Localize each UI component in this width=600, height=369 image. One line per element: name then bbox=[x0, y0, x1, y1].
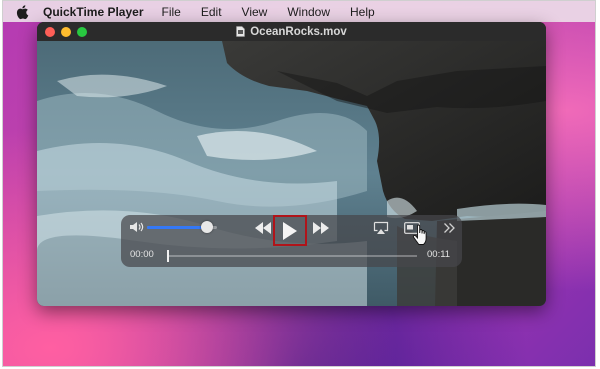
total-duration: 00:11 bbox=[427, 249, 451, 260]
volume-slider-knob[interactable] bbox=[200, 221, 213, 233]
playhead[interactable] bbox=[167, 250, 169, 262]
menu-file[interactable]: File bbox=[162, 5, 181, 19]
playback-scrubber[interactable] bbox=[167, 250, 417, 262]
fast-forward-icon[interactable] bbox=[311, 221, 331, 235]
menu-help[interactable]: Help bbox=[350, 5, 375, 19]
play-icon bbox=[283, 221, 297, 240]
rewind-icon[interactable] bbox=[253, 221, 273, 235]
close-button[interactable] bbox=[45, 27, 55, 37]
window-title-text: OceanRocks.mov bbox=[250, 25, 347, 38]
quicktime-window: OceanRocks.mov 00:00 00:11 bbox=[37, 22, 546, 306]
elapsed-time: 00:00 bbox=[130, 249, 154, 260]
title-bar[interactable]: OceanRocks.mov bbox=[37, 22, 546, 41]
menu-view[interactable]: View bbox=[242, 5, 268, 19]
menu-app-name[interactable]: QuickTime Player bbox=[43, 5, 144, 19]
zoom-button[interactable] bbox=[77, 27, 87, 37]
more-icon[interactable] bbox=[443, 222, 455, 234]
airplay-icon[interactable] bbox=[373, 221, 389, 235]
menu-edit[interactable]: Edit bbox=[201, 5, 222, 19]
volume-icon[interactable] bbox=[129, 220, 145, 234]
mouse-pointer-icon bbox=[412, 224, 427, 245]
menu-window[interactable]: Window bbox=[287, 5, 330, 19]
volume-slider[interactable] bbox=[147, 221, 217, 233]
desktop: QuickTime Player File Edit View Window H… bbox=[2, 0, 596, 367]
playback-controls: 00:00 00:11 bbox=[121, 215, 462, 267]
minimize-button[interactable] bbox=[61, 27, 71, 37]
apple-logo-icon[interactable] bbox=[15, 4, 29, 20]
menu-bar: QuickTime Player File Edit View Window H… bbox=[3, 1, 595, 22]
window-title: OceanRocks.mov bbox=[236, 26, 347, 38]
volume-slider-fill bbox=[147, 226, 207, 229]
play-button[interactable] bbox=[273, 215, 307, 246]
document-icon bbox=[236, 26, 246, 37]
